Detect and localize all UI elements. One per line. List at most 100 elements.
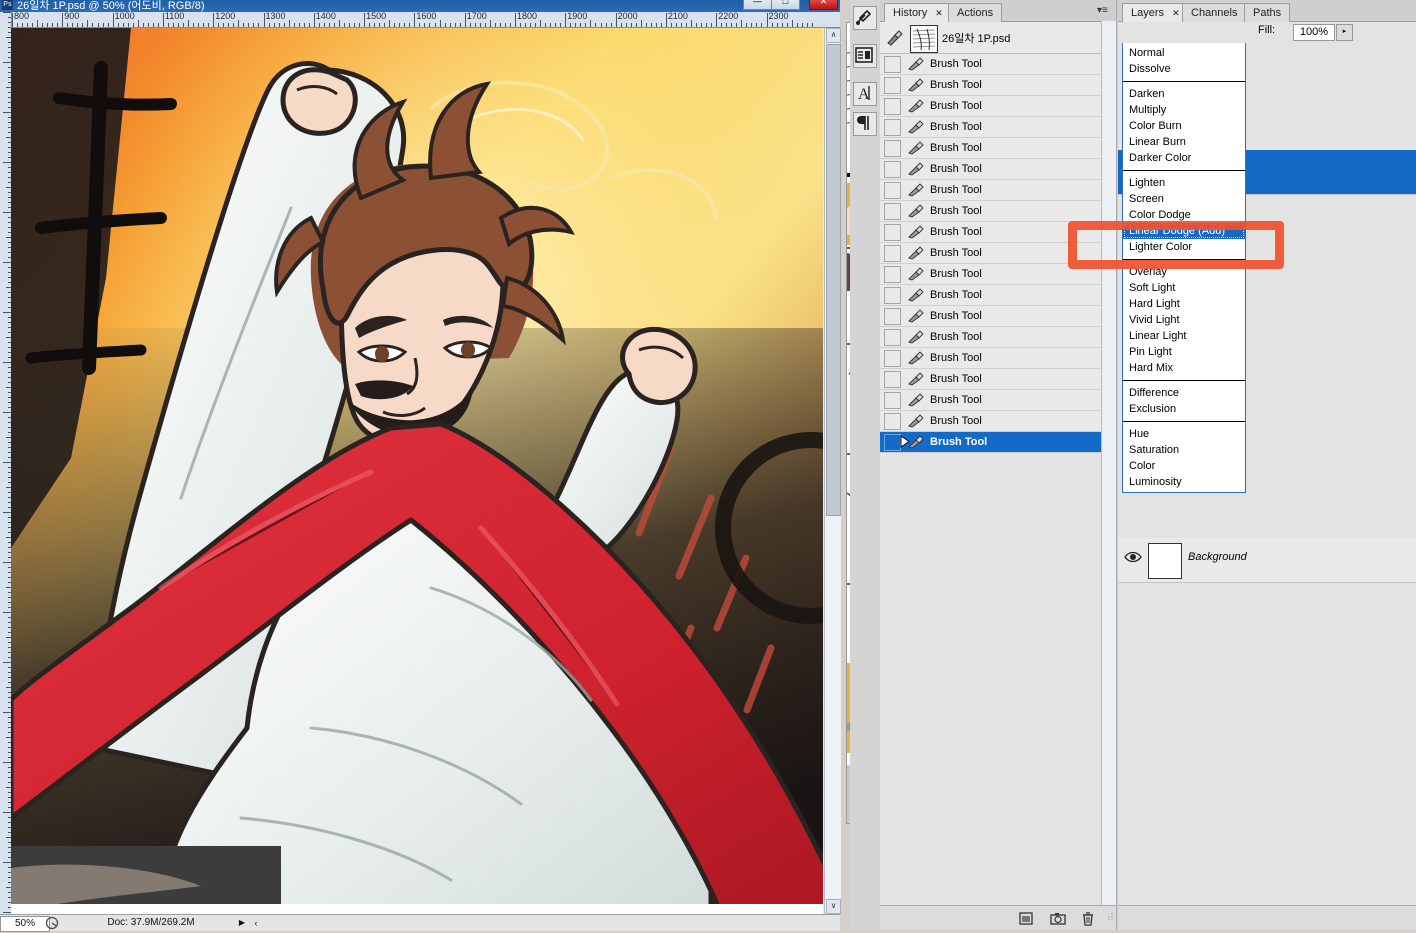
- history-state-row[interactable]: Brush Tool: [880, 180, 1116, 201]
- status-back-arrow-icon[interactable]: ‹: [250, 915, 262, 931]
- history-state-list[interactable]: Brush Tool Brush Tool Brush Tool Brush Tool…: [880, 54, 1116, 453]
- history-state-row[interactable]: Brush Tool: [880, 264, 1116, 285]
- status-forward-arrow-icon[interactable]: ▶: [236, 915, 248, 931]
- history-state-row[interactable]: Brush Tool: [880, 390, 1116, 411]
- close-icon[interactable]: ✕: [1172, 8, 1180, 18]
- blend-mode-option[interactable]: Hard Mix: [1123, 360, 1245, 376]
- history-vertical-scrollbar[interactable]: [1101, 21, 1116, 906]
- blend-mode-option[interactable]: Pin Light: [1123, 344, 1245, 360]
- blend-mode-option[interactable]: Luminosity: [1123, 474, 1245, 490]
- blend-mode-option[interactable]: Exclusion: [1123, 401, 1245, 417]
- document-titlebar[interactable]: Ps 26일차 1P.psd @ 50% (어도비, RGB/8) — □ ✕: [0, 0, 840, 12]
- history-state-source-checkbox[interactable]: [884, 371, 901, 388]
- history-state-row-selected[interactable]: Brush Tool: [880, 432, 1116, 453]
- blend-mode-dropdown[interactable]: Normal Dissolve Darken Multiply Color Burn Li…: [1122, 43, 1246, 493]
- blend-mode-option[interactable]: Saturation: [1123, 442, 1245, 458]
- history-state-row[interactable]: Brush Tool: [880, 117, 1116, 138]
- history-state-source-checkbox[interactable]: [884, 98, 901, 115]
- layer-row-background[interactable]: Background: [1118, 538, 1416, 583]
- history-state-source-checkbox[interactable]: [884, 203, 901, 220]
- history-state-row[interactable]: Brush Tool: [880, 369, 1116, 390]
- blend-mode-option[interactable]: Lighten: [1123, 175, 1245, 191]
- tab-history[interactable]: History ✕: [884, 3, 952, 22]
- canvas-viewport[interactable]: [11, 28, 823, 914]
- scrollbar-thumb[interactable]: [826, 44, 841, 516]
- blend-mode-option[interactable]: Darker Color: [1123, 150, 1245, 166]
- fill-stepper-arrow-icon[interactable]: ▸: [1336, 24, 1353, 41]
- history-state-row[interactable]: Brush Tool: [880, 327, 1116, 348]
- blend-mode-option[interactable]: Hard Light: [1123, 296, 1245, 312]
- history-state-row[interactable]: Brush Tool: [880, 222, 1116, 243]
- history-state-row[interactable]: Brush Tool: [880, 54, 1116, 75]
- blend-mode-option[interactable]: Dissolve: [1123, 61, 1245, 77]
- panel-menu-icon[interactable]: ▾≡: [1097, 5, 1113, 17]
- history-state-row[interactable]: Brush Tool: [880, 243, 1116, 264]
- blend-mode-option[interactable]: Darken: [1123, 86, 1245, 102]
- blend-mode-option[interactable]: Screen: [1123, 191, 1245, 207]
- history-state-source-checkbox[interactable]: [884, 434, 901, 451]
- history-snapshot-row[interactable]: 26일차 1P.psd ∧: [880, 22, 1116, 54]
- blend-mode-option[interactable]: Lighter Color: [1123, 239, 1245, 255]
- history-state-row[interactable]: Brush Tool: [880, 96, 1116, 117]
- tab-layers[interactable]: Layers ✕: [1122, 3, 1189, 22]
- scroll-down-arrow-icon[interactable]: ∨: [826, 899, 841, 914]
- blend-mode-option[interactable]: Linear Dodge (Add): [1123, 223, 1245, 239]
- tab-actions[interactable]: Actions: [948, 3, 1003, 22]
- history-state-source-checkbox[interactable]: [884, 350, 901, 367]
- history-state-source-checkbox[interactable]: [884, 287, 901, 304]
- scroll-up-arrow-icon[interactable]: ∧: [826, 28, 841, 43]
- close-button[interactable]: ✕: [809, 0, 838, 10]
- history-state-source-checkbox[interactable]: [884, 266, 901, 283]
- blend-mode-option[interactable]: Linear Burn: [1123, 134, 1245, 150]
- fill-input[interactable]: 100%: [1293, 24, 1335, 41]
- delete-state-icon[interactable]: [1080, 911, 1096, 926]
- canvas-vertical-scrollbar[interactable]: ∧ ∨: [824, 28, 841, 914]
- new-document-from-state-icon[interactable]: [1018, 911, 1034, 926]
- history-state-source-checkbox[interactable]: [884, 56, 901, 73]
- type-panel-icon[interactable]: A: [853, 82, 877, 106]
- close-icon[interactable]: ✕: [935, 8, 943, 18]
- blend-mode-option[interactable]: Color Dodge: [1123, 207, 1245, 223]
- history-state-row[interactable]: Brush Tool: [880, 285, 1116, 306]
- paragraph-panel-icon[interactable]: [853, 112, 877, 136]
- tool-presets-icon[interactable]: [853, 6, 877, 30]
- blend-mode-option[interactable]: Normal: [1123, 45, 1245, 61]
- history-state-row[interactable]: Brush Tool: [880, 201, 1116, 222]
- history-state-source-checkbox[interactable]: [884, 329, 901, 346]
- blend-mode-option[interactable]: Soft Light: [1123, 280, 1245, 296]
- history-state-row[interactable]: Brush Tool: [880, 348, 1116, 369]
- tab-paths[interactable]: Paths: [1244, 3, 1291, 22]
- tab-channels[interactable]: Channels: [1182, 3, 1247, 22]
- blend-mode-option[interactable]: Vivid Light: [1123, 312, 1245, 328]
- blend-mode-option[interactable]: Color: [1123, 458, 1245, 474]
- history-state-row[interactable]: Brush Tool: [880, 159, 1116, 180]
- blend-mode-option[interactable]: Difference: [1123, 385, 1245, 401]
- history-state-row[interactable]: Brush Tool: [880, 306, 1116, 327]
- blend-mode-option[interactable]: Overlay: [1123, 264, 1245, 280]
- history-state-source-checkbox[interactable]: [884, 308, 901, 325]
- blend-mode-option[interactable]: Linear Light: [1123, 328, 1245, 344]
- history-state-source-checkbox[interactable]: [884, 140, 901, 157]
- history-state-row[interactable]: Brush Tool: [880, 138, 1116, 159]
- minimize-button[interactable]: —: [743, 0, 772, 10]
- character-panel-icon[interactable]: [853, 44, 877, 68]
- history-state-source-checkbox[interactable]: [884, 77, 901, 94]
- history-state-source-checkbox[interactable]: [884, 224, 901, 241]
- history-state-source-checkbox[interactable]: [884, 161, 901, 178]
- ruler-minor-tick: [530, 23, 532, 27]
- history-state-row[interactable]: Brush Tool: [880, 411, 1116, 432]
- resize-grip-icon[interactable]: [1106, 911, 1114, 926]
- history-state-source-checkbox[interactable]: [884, 119, 901, 136]
- history-state-source-checkbox[interactable]: [884, 245, 901, 262]
- blend-mode-option[interactable]: Hue: [1123, 426, 1245, 442]
- horizontal-ruler[interactable]: 800 900 1000 1100 1200 1300 1400 1500 1600 1700 18…: [0, 12, 840, 28]
- blend-mode-option[interactable]: Color Burn: [1123, 118, 1245, 134]
- new-snapshot-icon[interactable]: [1050, 911, 1066, 926]
- blend-mode-option[interactable]: Multiply: [1123, 102, 1245, 118]
- history-state-source-checkbox[interactable]: [884, 413, 901, 430]
- history-state-source-checkbox[interactable]: [884, 392, 901, 409]
- maximize-button[interactable]: □: [771, 0, 800, 10]
- visibility-eye-icon[interactable]: [1124, 550, 1142, 564]
- history-state-source-checkbox[interactable]: [884, 182, 901, 199]
- history-state-row[interactable]: Brush Tool: [880, 75, 1116, 96]
